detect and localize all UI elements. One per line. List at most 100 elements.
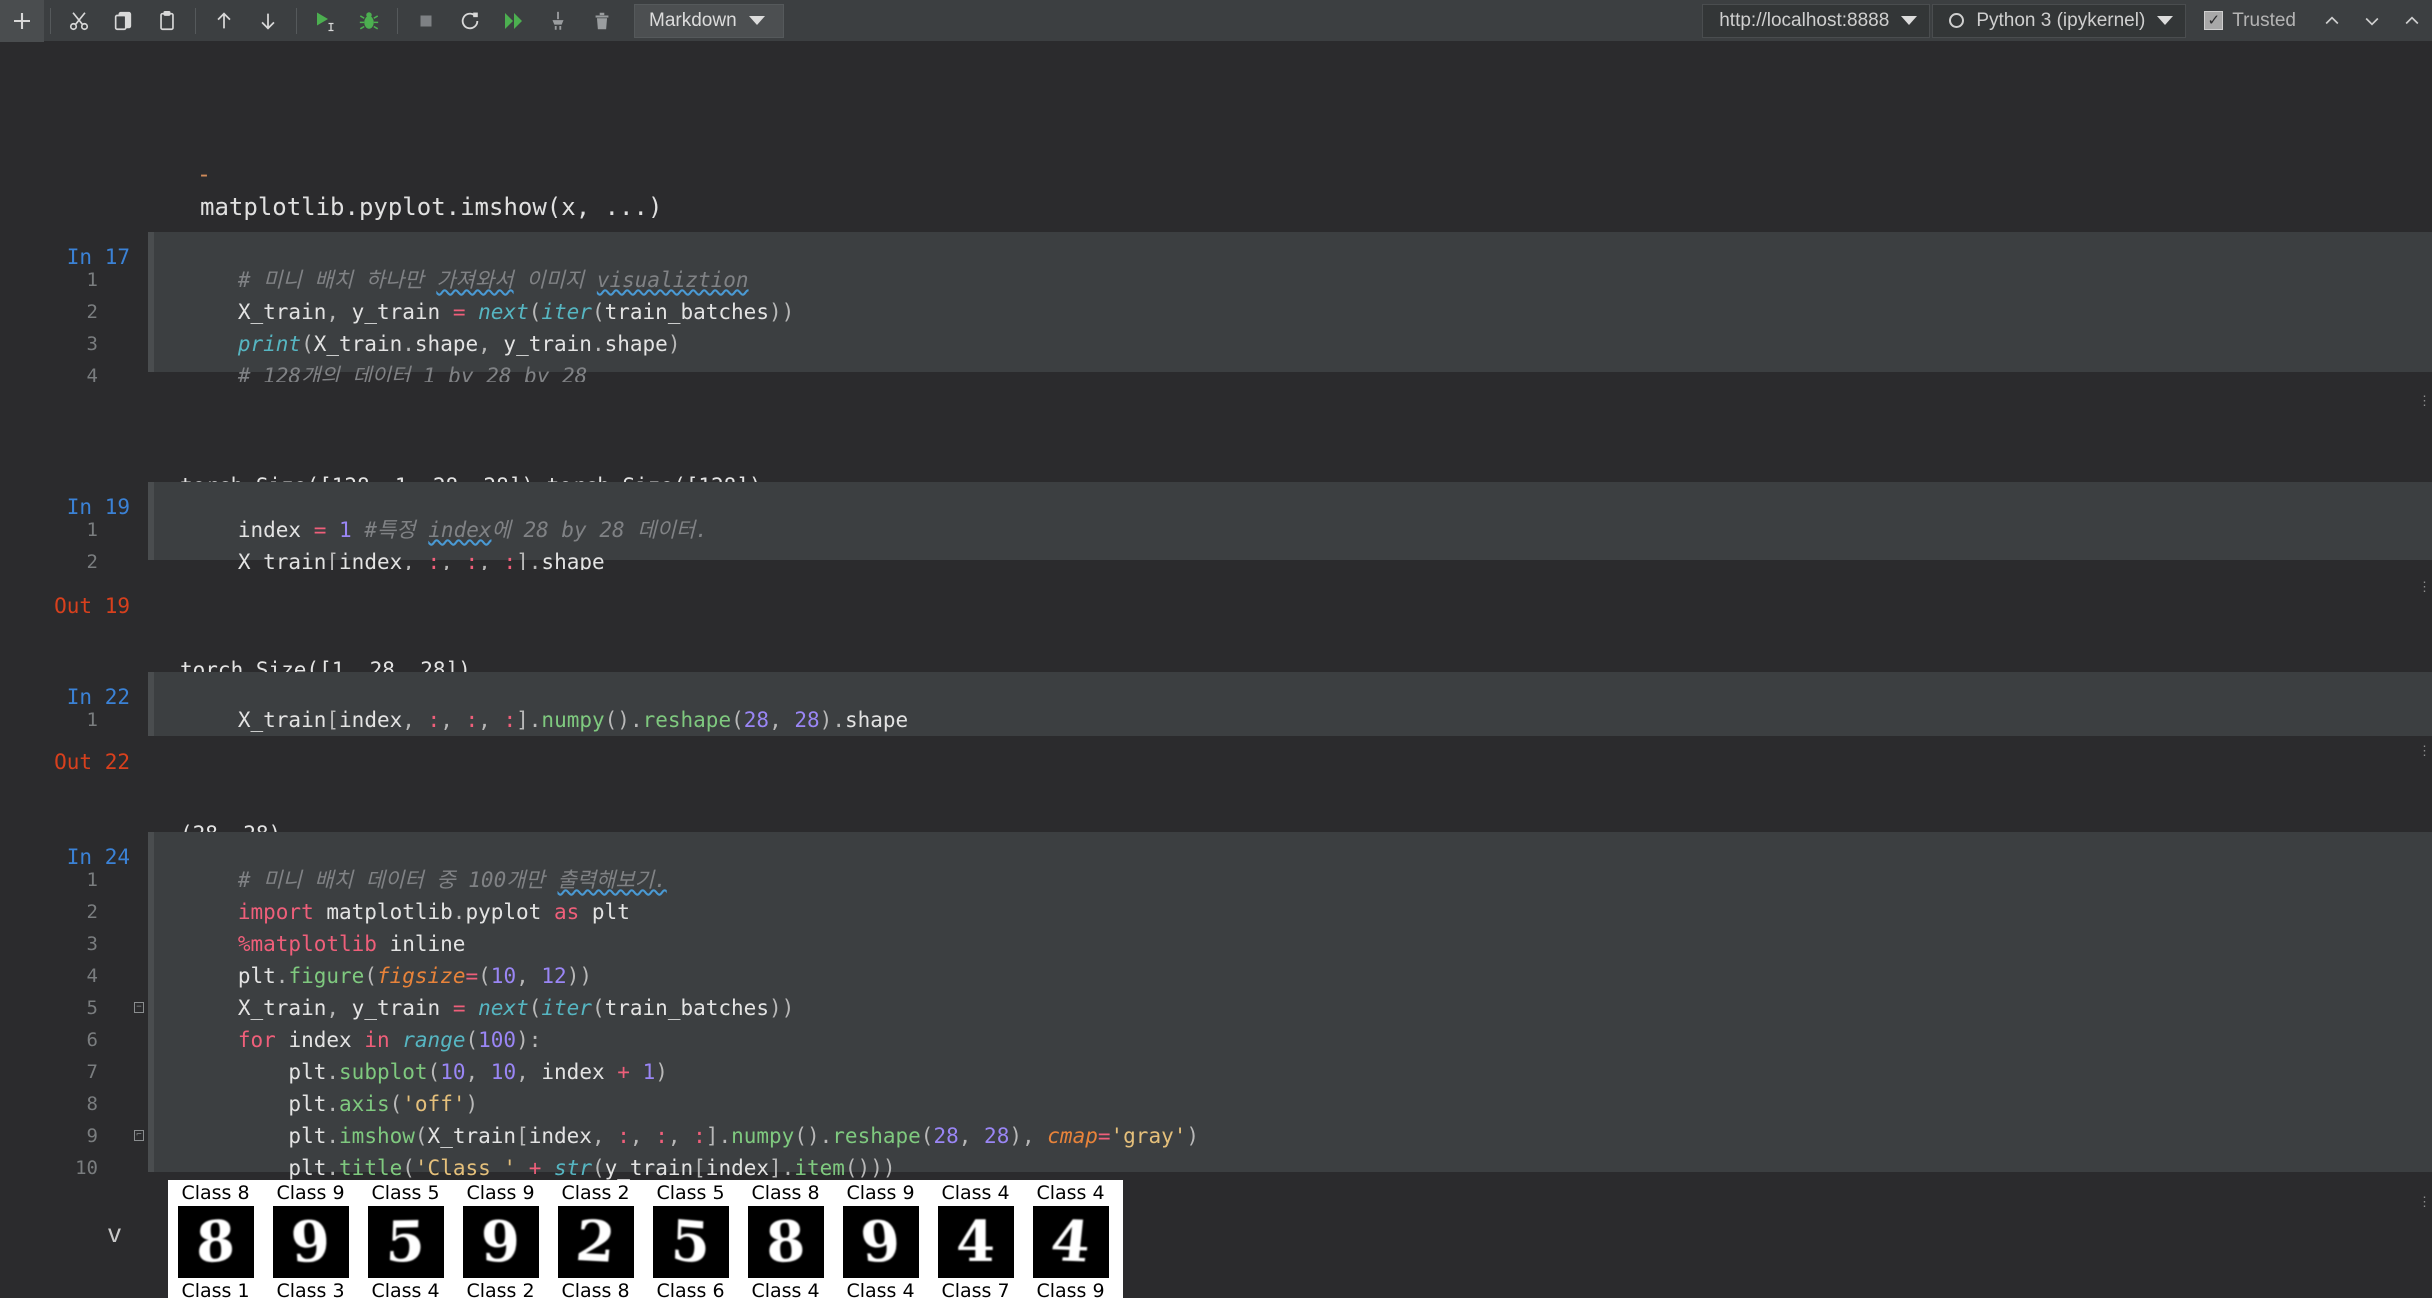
line-number: 1 [86, 269, 98, 291]
code-line[interactable]: 2 X_train[index, :, :, :].shape [87, 514, 2432, 574]
code-line[interactable]: 2 import matplotlib.pyplot as plt [87, 864, 2432, 924]
digit-glyph: 2 [573, 1208, 618, 1276]
code-fold-toggle-icon[interactable]: − [134, 1002, 144, 1013]
mnist-digit-image: 9 [272, 1206, 349, 1278]
restart-run-all-button[interactable] [492, 0, 536, 42]
mnist-digit-image: 4 [1032, 1206, 1109, 1278]
chevron-down-icon [2157, 16, 2174, 25]
figure-tile-title: Class 4 [1036, 1182, 1105, 1204]
cut-cell-button[interactable] [57, 0, 101, 42]
figure-tile: Class 33 [263, 1278, 358, 1298]
code-line[interactable]: 6− for index in range(100): [87, 992, 2432, 1052]
digit-glyph: 9 [288, 1208, 333, 1276]
code-line[interactable]: 10 ⌐ plt.title('Class ' + str(y_train[ind… [75, 1120, 2432, 1180]
figure-tile: Class 9 9 [263, 1180, 358, 1278]
figure-tile: Class 44 [833, 1278, 928, 1298]
figure-tile: Class 77 [928, 1278, 1023, 1298]
code-line[interactable]: 1 # 미니 배치 하나만 가져와서 이미지 visualiztion [87, 232, 2432, 292]
server-url-select[interactable]: http://localhost:8888 [1702, 3, 1931, 38]
code-line[interactable]: 4 plt.figure(figsize=(10, 12)) [87, 928, 2432, 988]
figure-tile-title: Class 9 [276, 1182, 345, 1204]
run-cell-button[interactable] [303, 0, 347, 42]
code-cell-24[interactable]: 1 # 미니 배치 데이터 중 100개만 출력해보기. 2 import matp… [75, 832, 2432, 1180]
markdown-bullet-icon: - [200, 161, 209, 188]
digit-glyph: 9 [480, 1208, 521, 1276]
clear-outputs-button[interactable] [536, 0, 580, 42]
toolbar-divider [296, 7, 297, 34]
digit-glyph: 5 [669, 1207, 712, 1277]
scroll-down-button[interactable] [2352, 0, 2392, 42]
move-cell-up-button[interactable] [202, 0, 246, 42]
figure-tile: Class 66 [643, 1278, 738, 1298]
cell-type-select[interactable]: Markdown [634, 3, 784, 38]
output-drag-handle-icon[interactable]: ⋮ [2418, 1195, 2431, 1208]
figure-tile-title: Class 6 [656, 1280, 725, 1298]
trusted-toggle[interactable]: ✓ Trusted [2188, 10, 2312, 32]
code-fold-end-icon[interactable]: ⌐ [134, 1130, 144, 1141]
restart-kernel-button[interactable] [448, 0, 492, 42]
toolbar-divider [195, 7, 196, 34]
kernel-label: Python 3 (ipykernel) [1976, 9, 2146, 31]
collapse-output-chevron-icon[interactable]: v [108, 1220, 121, 1246]
paste-cell-button[interactable] [145, 0, 189, 42]
kernel-status-icon [1949, 13, 1965, 28]
line-number: 2 [86, 551, 98, 573]
code-line[interactable]: 8 plt.axis('off') [87, 1056, 2432, 1116]
code-line[interactable]: 4 # 128개의 데이터 1 by 28 by 28 [87, 328, 2432, 388]
code-cell-19[interactable]: 1 index = 1 #특정 index에 28 by 28 데이터. 2 X_t… [87, 482, 2432, 574]
figure-tile: Class 5 5 [358, 1180, 453, 1278]
digit-glyph: 9 [857, 1208, 904, 1276]
markdown-cell-clipped[interactable]: - `square` : max(x)-min(x) = max(y)-min(… [0, 42, 2432, 44]
notebook-scroll-area[interactable]: - `square` : max(x)-min(x) = max(y)-min(… [0, 42, 2432, 1298]
more-options-button[interactable] [2392, 0, 2432, 42]
digit-glyph: 5 [384, 1208, 427, 1276]
chevron-down-icon [748, 16, 765, 25]
figure-tile-title: Class 5 [371, 1182, 440, 1204]
line-number: 6 [86, 1029, 98, 1051]
kernel-select[interactable]: Python 3 (ipykernel) [1932, 3, 2187, 38]
output-drag-handle-icon[interactable]: ⋮ [2418, 581, 2431, 594]
output-drag-handle-icon[interactable]: ⋮ [2418, 745, 2431, 758]
add-cell-button[interactable] [0, 0, 44, 42]
line-number: 2 [86, 301, 98, 323]
debug-cell-button[interactable] [347, 0, 391, 42]
line-number: 1 [86, 709, 98, 731]
figure-tile: Class 11 [168, 1278, 263, 1298]
copy-cell-button[interactable] [101, 0, 145, 42]
cell-output-stream-17: torch.Size([128, 1, 28, 28]) torch.Size(… [148, 382, 2432, 498]
output-drag-handle-icon[interactable]: ⋮ [2418, 395, 2431, 408]
code-line[interactable]: 3 %matplotlib inline [87, 896, 2432, 956]
interrupt-kernel-button[interactable] [404, 0, 448, 42]
code-cell-17[interactable]: 1 # 미니 배치 하나만 가져와서 이미지 visualiztion 2 X_tr… [87, 232, 2432, 388]
code-line[interactable]: 1 # 미니 배치 데이터 중 100개만 출력해보기. [87, 832, 2432, 892]
figure-tile-title: Class 7 [941, 1280, 1010, 1298]
figure-tile-title: Class 8 [561, 1280, 630, 1298]
code-line[interactable]: 9 plt.imshow(X_train[index, :, :, :].num… [87, 1088, 2432, 1148]
code-line[interactable]: 5 X_train, y_train = next(iter(train_batc… [87, 960, 2432, 1020]
mnist-digit-image: 2 [557, 1206, 634, 1278]
code-line[interactable]: 7 plt.subplot(10, 10, index + 1) [87, 1024, 2432, 1084]
digit-glyph: 4 [1047, 1208, 1094, 1276]
mnist-digit-image: 9 [842, 1206, 919, 1278]
cell-prompt-out-22[interactable]: Out 22 [0, 750, 130, 774]
code-line[interactable]: 1 X_train[index, :, :, :].numpy().reshape… [87, 672, 2432, 732]
code-line[interactable]: 3 print(X_train.shape, y_train.shape) [87, 296, 2432, 356]
code-cell-22[interactable]: 1 X_train[index, :, :, :].numpy().reshape… [87, 672, 2432, 736]
cell-type-label: Markdown [649, 9, 737, 31]
line-number: 3 [86, 333, 98, 355]
line-number: 1 [86, 519, 98, 541]
code-line[interactable]: 2 X_train, y_train = next(iter(train_batc… [87, 264, 2432, 324]
code-line[interactable]: 1 index = 1 #특정 index에 28 by 28 데이터. [87, 482, 2432, 542]
toolbar-divider [397, 7, 398, 34]
figure-tile: Class 5 5 [643, 1180, 738, 1278]
scroll-up-button[interactable] [2312, 0, 2352, 42]
move-cell-down-button[interactable] [246, 0, 290, 42]
cell-prompt-out-19[interactable]: Out 19 [0, 594, 130, 618]
delete-cell-button[interactable] [580, 0, 624, 42]
figure-tile: Class 44 [738, 1278, 833, 1298]
figure-tile-title: Class 1 [181, 1280, 250, 1298]
markdown-clipped-line: - `square` : max(x)-min(x) = max(y)-min(… [0, 42, 2432, 44]
cell-output-result-22: (28, 28) ⋮ [148, 736, 2432, 846]
figure-tile-title: Class 4 [846, 1280, 915, 1298]
figure-tile: Class 9 9 [833, 1180, 928, 1278]
